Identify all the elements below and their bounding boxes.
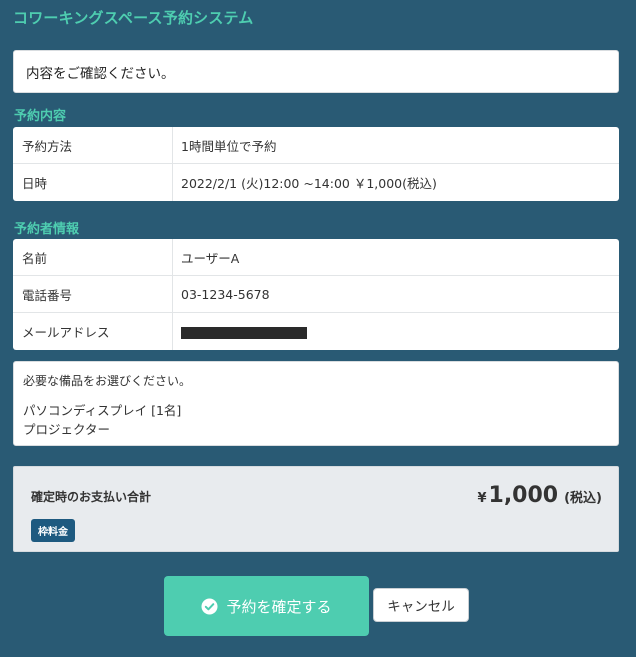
table-row: 電話番号 03-1234-5678 [13, 276, 619, 313]
row-label-email: メールアドレス [13, 313, 173, 350]
confirmation-notice: 内容をご確認ください。 [13, 50, 619, 93]
payment-total-box: 確定時のお支払い合計 ¥ 1,000 (税込) 枠料金 [13, 466, 619, 552]
reservation-heading: 予約内容 [14, 109, 67, 124]
table-row: 日時 2022/2/1 (火)12:00 ~14:00 ￥1,000(税込) [13, 164, 619, 201]
row-label-name: 名前 [13, 239, 173, 275]
confirm-reservation-button[interactable]: 予約を確定する [164, 576, 369, 636]
reservation-details-table: 予約方法 1時間単位で予約 日時 2022/2/1 (火)12:00 ~14:0… [13, 127, 619, 201]
table-row: メールアドレス [13, 313, 619, 350]
redacted-email [181, 326, 307, 339]
slot-fee-badge: 枠料金 [31, 519, 75, 542]
row-value-phone: 03-1234-5678 [181, 286, 270, 302]
confirm-button-label: 予約を確定する [226, 597, 332, 616]
row-label-datetime: 日時 [13, 164, 173, 201]
reserver-heading: 予約者情報 [14, 222, 80, 237]
total-label: 確定時のお支払い合計 [31, 490, 152, 504]
check-circle-icon [201, 598, 218, 615]
equipment-section: 必要な備品をお選びください。 パソコンディスプレイ [1名] プロジェクター [13, 361, 619, 446]
table-row: 予約方法 1時間単位で予約 [13, 127, 619, 164]
row-label-phone: 電話番号 [13, 276, 173, 312]
table-row: 名前 ユーザーA [13, 239, 619, 276]
equipment-item: パソコンディスプレイ [1名] [23, 403, 182, 418]
cancel-button[interactable]: キャンセル [373, 588, 469, 622]
row-value-method: 1時間単位で予約 [181, 138, 277, 154]
reserver-info-table: 名前 ユーザーA 電話番号 03-1234-5678 メールアドレス [13, 239, 619, 350]
tax-note: (税込) [564, 491, 602, 506]
row-value-email [173, 313, 619, 350]
row-value-datetime: 2022/2/1 (火)12:00 ~14:00 ￥1,000(税込) [181, 176, 437, 191]
amount-value: 1,000 [488, 483, 559, 508]
total-amount: ¥ 1,000 (税込) [477, 483, 602, 508]
currency-symbol: ¥ [477, 491, 487, 506]
app-title: コワーキングスペース予約システム [13, 9, 254, 27]
row-label-method: 予約方法 [13, 127, 173, 163]
notice-text: 内容をご確認ください。 [26, 65, 175, 82]
equipment-item: プロジェクター [23, 422, 111, 437]
row-value-name: ユーザーA [181, 250, 240, 266]
equipment-prompt: 必要な備品をお選びください。 [23, 374, 192, 388]
